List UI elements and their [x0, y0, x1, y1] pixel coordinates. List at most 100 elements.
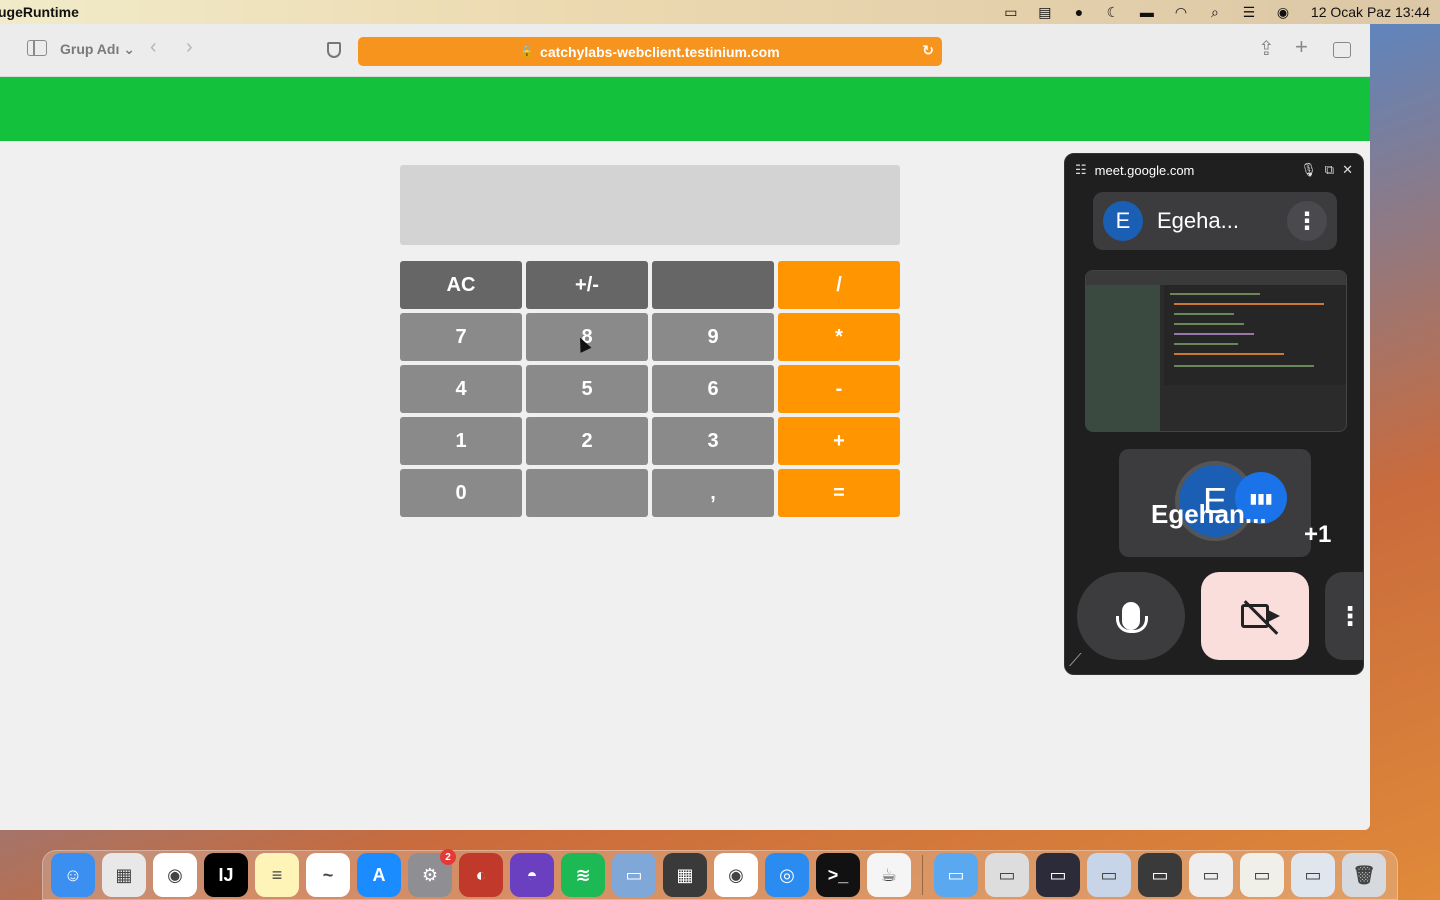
siri-icon[interactable]: ◉	[1273, 4, 1293, 20]
tile-participant-name: Egehan...	[1151, 499, 1267, 529]
firefox-icon[interactable]: ◓	[510, 853, 554, 897]
system-settings-icon[interactable]: ⚙ 2	[408, 849, 456, 897]
participant-more-icon[interactable]: ⋮	[1287, 201, 1327, 241]
dock-glyph: A	[372, 864, 386, 885]
calc-key[interactable]: 1	[400, 417, 522, 465]
active-app-name[interactable]: ugeRuntime	[0, 4, 79, 20]
intellij-icon[interactable]: IJ	[204, 853, 248, 897]
ide-code-thumb	[1164, 285, 1346, 385]
url-text: catchylabs-webclient.testinium.com	[540, 43, 780, 60]
wifi-icon[interactable]: ◠	[1171, 4, 1191, 20]
calc-key[interactable]: 0	[400, 469, 522, 517]
site-settings-icon[interactable]: ☷	[1075, 162, 1087, 178]
camera-off-button[interactable]	[1201, 572, 1309, 660]
dock-glyph: ◉	[728, 864, 744, 885]
more-options-button[interactable]: ⋮	[1325, 572, 1363, 660]
moon-icon[interactable]: ☾	[1103, 4, 1123, 20]
new-tab-icon[interactable]: +	[1295, 34, 1308, 60]
participant-tile[interactable]: E ▮▮▮ Egehan... +1	[1119, 449, 1331, 557]
screen-mirror-icon[interactable]: ▭	[1001, 4, 1021, 20]
reload-icon[interactable]: ↻	[922, 42, 934, 59]
calc-key[interactable]: 4	[400, 365, 522, 413]
calc-key[interactable]: 2	[526, 417, 648, 465]
preview-icon[interactable]: ▭	[612, 853, 656, 897]
dock-glyph: ▭	[1049, 864, 1067, 885]
calc-key[interactable]: +	[778, 417, 900, 465]
trash-icon[interactable]: 🗑	[1342, 853, 1386, 897]
privacy-shield-icon[interactable]	[327, 42, 341, 58]
window-thumb-4-icon[interactable]: ▭	[1138, 853, 1182, 897]
notes-icon[interactable]: ≡	[255, 853, 299, 897]
chrome-icon[interactable]: ◉	[153, 853, 197, 897]
window-thumb-1-icon[interactable]: ▭	[985, 853, 1029, 897]
dock: ☺ ▦ ◉ IJ ≡ ~ A ⚙ 2 ◐ ◓ ≋ ▭ ▦ ◉ ◎ >_ ☕ ▭ ▭ ▭ ▭ ▭ ▭ ▭ ▭ 🗑	[42, 849, 1398, 900]
window-thumb-6-icon[interactable]: ▭	[1240, 853, 1284, 897]
terminal-icon[interactable]: >_	[816, 853, 860, 897]
lock-icon: 🔒	[520, 46, 535, 58]
calc-key[interactable]: *	[778, 313, 900, 361]
dock-glyph: ▦	[676, 864, 694, 885]
window-thumb-3-icon[interactable]: ▭	[1087, 853, 1131, 897]
globe-icon[interactable]: ●	[1069, 4, 1089, 20]
dock-glyph: ▭	[1202, 864, 1220, 885]
calc-key[interactable]	[526, 469, 648, 517]
dock-glyph: ☺	[63, 864, 83, 885]
calc-key[interactable]: /	[778, 261, 900, 309]
meet-pip-window: ☷ meet.google.com 🎙 ⧉ ✕ E Egeha... ⋮ E ▮…	[1064, 153, 1364, 675]
microphone-button[interactable]	[1077, 572, 1185, 660]
forward-arrow-icon[interactable]: ›	[186, 36, 193, 59]
resize-grip-icon[interactable]: ⟋	[1069, 650, 1095, 670]
dock-glyph: ▭	[1151, 864, 1169, 885]
calc-key[interactable]: AC	[400, 261, 522, 309]
menu-bar-clock[interactable]: 12 Ocak Paz 13:44	[1311, 4, 1430, 20]
calc-key[interactable]: 8	[526, 313, 648, 361]
dock-glyph: ▭	[1304, 864, 1322, 885]
vpn-icon[interactable]: ▤	[1035, 4, 1055, 20]
window-thumb-5-icon[interactable]: ▭	[1189, 853, 1233, 897]
close-icon[interactable]: ✕	[1342, 162, 1353, 178]
calc-key[interactable]: 9	[652, 313, 774, 361]
calc-key[interactable]: 3	[652, 417, 774, 465]
dock-glyph: ☕	[880, 864, 898, 885]
tab-group-selector[interactable]: Grup Adı ⌄	[60, 41, 135, 58]
folder-icon[interactable]: ▭	[934, 853, 978, 897]
calculator-display	[400, 165, 900, 245]
screen-share-preview[interactable]	[1085, 270, 1347, 432]
calc-key[interactable]: ,	[652, 469, 774, 517]
address-bar[interactable]: 🔒 catchylabs-webclient.testinium.com ↻	[358, 37, 942, 66]
calc-key[interactable]	[652, 261, 774, 309]
share-icon[interactable]: ⇪	[1258, 36, 1275, 61]
app-store-icon[interactable]: A	[357, 853, 401, 897]
participant-chip[interactable]: E Egeha... ⋮	[1093, 192, 1337, 250]
calc-key[interactable]: 7	[400, 313, 522, 361]
pixel-icon[interactable]: ◐	[459, 853, 503, 897]
safari-icon[interactable]: ◎	[765, 853, 809, 897]
calc-key[interactable]: 6	[652, 365, 774, 413]
calc-key[interactable]: 5	[526, 365, 648, 413]
tab-overview-icon[interactable]	[1333, 42, 1351, 58]
control-center-icon[interactable]: ☰	[1239, 4, 1259, 20]
dock-glyph: ◐	[475, 864, 487, 885]
calc-key[interactable]: +/-	[526, 261, 648, 309]
calculator-icon[interactable]: ▦	[663, 853, 707, 897]
finder-icon[interactable]: ☺	[51, 853, 95, 897]
ide-project-tree-thumb	[1086, 285, 1160, 431]
window-thumb-7-icon[interactable]: ▭	[1291, 853, 1335, 897]
sidebar-toggle-icon[interactable]	[27, 40, 47, 56]
calc-key[interactable]: -	[778, 365, 900, 413]
window-thumb-2-icon[interactable]: ▭	[1036, 853, 1080, 897]
chrome-icon-2[interactable]: ◉	[714, 853, 758, 897]
site-header-bar	[0, 77, 1370, 141]
launchpad-icon[interactable]: ▦	[102, 853, 146, 897]
mic-small-icon[interactable]: 🎙	[1300, 162, 1317, 178]
back-arrow-icon[interactable]: ‹	[150, 36, 157, 59]
back-to-tab-icon[interactable]: ⧉	[1325, 162, 1334, 178]
menu-bar: ugeRuntime ▭ ▤ ● ☾ ▬ ◠ ⌕ ☰ ◉ 12 Ocak Paz…	[0, 0, 1440, 24]
java-icon[interactable]: ☕	[867, 853, 911, 897]
spotlight-icon[interactable]: ⌕	[1205, 4, 1225, 20]
calc-key[interactable]: =	[778, 469, 900, 517]
battery-icon[interactable]: ▬	[1137, 4, 1157, 20]
menu-bar-status-area: ▭ ▤ ● ☾ ▬ ◠ ⌕ ☰ ◉ 12 Ocak Paz 13:44	[1001, 4, 1430, 21]
freeform-icon[interactable]: ~	[306, 853, 350, 897]
spotify-icon[interactable]: ≋	[561, 853, 605, 897]
